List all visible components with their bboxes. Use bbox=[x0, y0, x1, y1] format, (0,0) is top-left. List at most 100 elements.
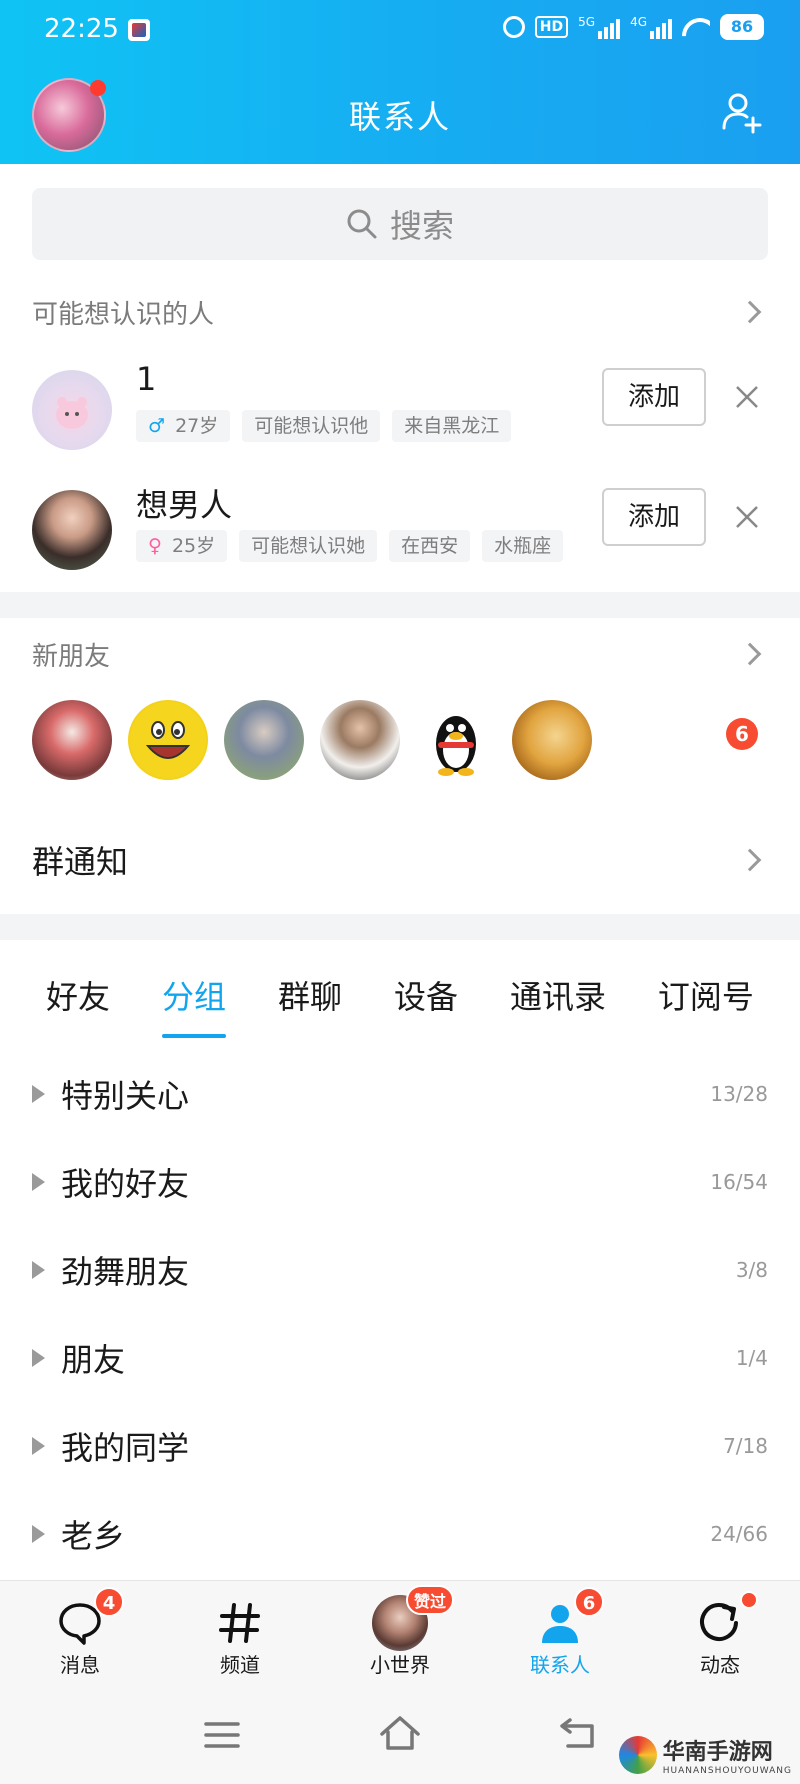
suggestion-name: 1 bbox=[136, 360, 157, 398]
feed-dot bbox=[740, 1591, 758, 1609]
add-friend-button[interactable]: 添加 bbox=[602, 368, 706, 426]
suggestion-name: 想男人 bbox=[136, 486, 233, 524]
nav-channels[interactable]: 频道 bbox=[170, 1581, 310, 1691]
group-name: 特别关心 bbox=[61, 1077, 190, 1115]
watermark-sub: HUANANSHOUYOUWANG bbox=[662, 1766, 792, 1776]
home-icon[interactable] bbox=[378, 1714, 422, 1752]
nav-label: 频道 bbox=[220, 1653, 260, 1677]
expand-arrow-icon bbox=[32, 1525, 45, 1543]
nav-feed[interactable]: 动态 bbox=[650, 1581, 790, 1691]
nav-label: 动态 bbox=[700, 1653, 740, 1677]
suggestion-avatar[interactable] bbox=[32, 370, 112, 450]
tag-hint: 可能想认识他 bbox=[242, 410, 381, 442]
smiley-icon bbox=[130, 702, 206, 778]
new-friend-avatar[interactable] bbox=[128, 700, 208, 780]
add-friend-button[interactable]: 添加 bbox=[602, 488, 706, 546]
battery-icon: 86 bbox=[720, 14, 764, 40]
tab-groups[interactable]: 分组 bbox=[148, 972, 240, 1038]
contacts-badge: 6 bbox=[574, 1587, 604, 1617]
nav-messages[interactable]: 4 消息 bbox=[10, 1581, 150, 1691]
close-icon[interactable] bbox=[734, 504, 760, 530]
expand-arrow-icon bbox=[32, 1085, 45, 1103]
group-row[interactable]: 特别关心 13/28 bbox=[32, 1064, 768, 1124]
section-divider bbox=[0, 592, 800, 618]
new-friend-avatar[interactable] bbox=[320, 700, 400, 780]
new-friend-avatar[interactable] bbox=[512, 700, 592, 780]
expand-arrow-icon bbox=[32, 1437, 45, 1455]
tab-group-chats[interactable]: 群聊 bbox=[264, 972, 356, 1032]
group-count: 16/54 bbox=[710, 1170, 768, 1194]
group-row[interactable]: 老乡 24/66 bbox=[32, 1504, 768, 1564]
nav-label: 联系人 bbox=[530, 1653, 590, 1677]
group-count: 3/8 bbox=[735, 1258, 768, 1282]
group-count: 1/4 bbox=[735, 1346, 768, 1370]
tag-location: 在西安 bbox=[389, 530, 471, 562]
tag-location: 来自黑龙江 bbox=[392, 410, 512, 442]
suggestion-tags: ♀ 25岁 可能想认识她 在西安 水瓶座 bbox=[136, 530, 564, 562]
group-notice-row[interactable]: 群通知 bbox=[32, 830, 768, 890]
penguin-icon bbox=[436, 716, 476, 776]
add-contact-icon[interactable] bbox=[720, 90, 764, 134]
chevron-right-icon bbox=[738, 300, 762, 324]
alarm-icon bbox=[502, 16, 525, 38]
group-count: 24/66 bbox=[710, 1522, 768, 1546]
nav-label: 消息 bbox=[60, 1653, 100, 1677]
group-row[interactable]: 劲舞朋友 3/8 bbox=[32, 1240, 768, 1300]
watermark: 华南手游网 HUANANSHOUYOUWANG bbox=[618, 1734, 792, 1776]
group-count: 7/18 bbox=[723, 1434, 768, 1458]
status-time: 22:25 bbox=[44, 14, 119, 44]
new-friends-avatars[interactable]: 6 bbox=[32, 700, 768, 780]
new-friend-avatar[interactable] bbox=[32, 700, 112, 780]
tab-devices[interactable]: 设备 bbox=[380, 972, 472, 1032]
new-friend-avatar[interactable] bbox=[416, 700, 496, 780]
tag-zodiac: 水瓶座 bbox=[482, 530, 564, 562]
watermark-logo-icon bbox=[618, 1736, 657, 1774]
hd-icon: HD bbox=[534, 16, 569, 38]
nav-contacts[interactable]: 6 联系人 bbox=[490, 1581, 630, 1691]
close-icon[interactable] bbox=[734, 384, 760, 410]
app-notification-icon bbox=[128, 19, 150, 41]
group-notice-title: 群通知 bbox=[32, 843, 129, 881]
watermark-name: 华南手游网 bbox=[662, 1740, 773, 1765]
tag-gender-age: ♂ 27岁 bbox=[136, 410, 231, 442]
section-divider bbox=[0, 914, 800, 940]
menu-icon[interactable] bbox=[204, 1720, 240, 1750]
tab-subscriptions[interactable]: 订阅号 bbox=[644, 972, 768, 1032]
chevron-right-icon bbox=[738, 848, 762, 872]
back-icon[interactable] bbox=[558, 1716, 598, 1750]
group-row[interactable]: 我的同学 7/18 bbox=[32, 1416, 768, 1476]
nav-small-world[interactable]: 赞过 小世界 bbox=[330, 1581, 470, 1691]
suggestions-header[interactable]: 可能想认识的人 bbox=[32, 292, 768, 332]
tag-gender-age: ♀ 25岁 bbox=[136, 530, 228, 562]
tab-friends[interactable]: 好友 bbox=[32, 972, 124, 1032]
bottom-navigation: 4 消息 频道 赞过 小世界 6 联系人 动态 bbox=[0, 1580, 800, 1690]
nav-label: 小世界 bbox=[370, 1653, 430, 1677]
group-name: 我的同学 bbox=[61, 1429, 190, 1467]
suggestion-item[interactable]: 1 ♂ 27岁 可能想认识他 来自黑龙江 添加 bbox=[32, 360, 768, 456]
tab-address-book[interactable]: 通讯录 bbox=[496, 972, 620, 1032]
new-friend-avatar[interactable] bbox=[224, 700, 304, 780]
top-header: 22:25 HD 5G 4G 86 联系人 bbox=[0, 0, 800, 164]
expand-arrow-icon bbox=[32, 1349, 45, 1367]
search-icon bbox=[347, 209, 377, 239]
tag-hint: 可能想认识她 bbox=[239, 530, 378, 562]
suggestion-avatar[interactable] bbox=[32, 490, 112, 570]
group-row[interactable]: 我的好友 16/54 bbox=[32, 1152, 768, 1212]
expand-arrow-icon bbox=[32, 1173, 45, 1191]
search-bar[interactable]: 搜索 bbox=[32, 188, 768, 260]
new-friends-badge: 6 bbox=[726, 718, 758, 750]
new-friends-header[interactable]: 新朋友 bbox=[32, 634, 768, 674]
suggestion-item[interactable]: 想男人 ♀ 25岁 可能想认识她 在西安 水瓶座 添加 bbox=[32, 480, 768, 576]
group-name: 老乡 bbox=[61, 1517, 126, 1555]
group-row[interactable]: 朋友 1/4 bbox=[32, 1328, 768, 1388]
status-bar: 22:25 HD 5G 4G 86 bbox=[0, 0, 800, 62]
page-title: 联系人 bbox=[348, 98, 451, 136]
contact-tabs: 好友 分组 群聊 设备 通讯录 订阅号 bbox=[32, 972, 768, 1038]
chevron-right-icon bbox=[738, 642, 762, 666]
signal-4g-label: 4G bbox=[630, 15, 647, 29]
group-name: 我的好友 bbox=[61, 1165, 190, 1203]
hash-icon bbox=[219, 1603, 260, 1643]
search-placeholder: 搜索 bbox=[389, 207, 454, 245]
system-navigation-bar: 华南手游网 HUANANSHOUYOUWANG bbox=[0, 1690, 800, 1784]
group-name: 朋友 bbox=[61, 1341, 126, 1379]
